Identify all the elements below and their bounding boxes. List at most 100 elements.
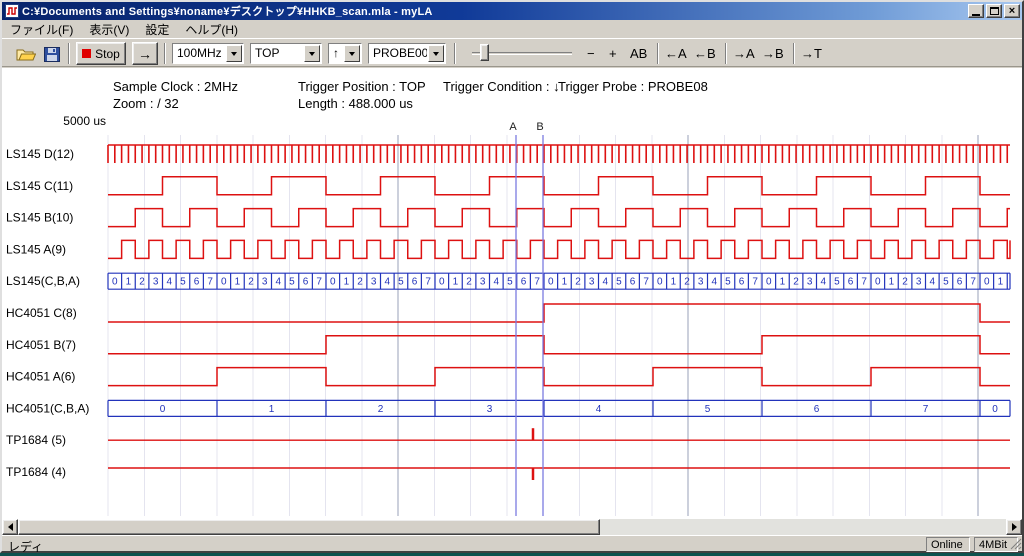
trigger-edge-select[interactable]: ↑: [328, 43, 362, 64]
trigger-edge-value: ↑: [329, 44, 343, 63]
horizontal-scrollbar[interactable]: [2, 519, 1022, 535]
bus-value: 4: [930, 277, 936, 288]
bus-value: 2: [466, 277, 472, 288]
minimize-button[interactable]: [968, 4, 984, 18]
channel-row: TP1684 (4): [6, 465, 1010, 480]
maximize-button[interactable]: [986, 4, 1002, 18]
dropdown-arrow-icon[interactable]: [304, 45, 320, 62]
menu-settings[interactable]: 設定: [137, 19, 177, 40]
channel-label: TP1684 (5): [6, 433, 66, 447]
bus-value: 4: [596, 404, 602, 415]
bus-value: 2: [575, 277, 581, 288]
menu-view[interactable]: 表示(V): [81, 19, 137, 40]
bus-value: 5: [834, 277, 840, 288]
waveform-trace: [108, 336, 1010, 354]
toolbar-separator: [68, 43, 70, 64]
sample-clock-select[interactable]: 100MHz: [172, 43, 244, 64]
zoom-out-button[interactable]: −: [587, 46, 595, 61]
close-button[interactable]: ×: [1004, 4, 1020, 18]
trigger-condition-info: Trigger Condition : ↓: [443, 79, 560, 94]
dropdown-arrow-icon[interactable]: [226, 45, 242, 62]
titlebar[interactable]: C:¥Documents and Settings¥noname¥デスクトップ¥…: [2, 2, 1022, 20]
menu-help[interactable]: ヘルプ(H): [177, 19, 246, 40]
bus-value: 0: [992, 404, 998, 415]
channel-label: LS145(C,B,A): [6, 274, 80, 288]
bus-value: 7: [207, 277, 213, 288]
channel-row: LS145 A(9): [6, 240, 1010, 258]
bus-value: 1: [453, 277, 459, 288]
bus-value: 2: [378, 404, 384, 415]
trigger-probe-select[interactable]: PROBE00: [368, 43, 446, 64]
bus-value: 6: [630, 277, 636, 288]
resize-grip[interactable]: [1009, 537, 1022, 550]
open-file-button[interactable]: [14, 43, 38, 65]
set-cursor-b-button[interactable]: →B: [762, 46, 784, 61]
bus-value: 0: [984, 277, 990, 288]
zoom-in-button[interactable]: +: [609, 46, 617, 61]
bus-value: 3: [262, 277, 268, 288]
waveform-trace: [108, 209, 1010, 227]
bus-value: 1: [344, 277, 350, 288]
channel-label: TP1684 (4): [6, 465, 66, 479]
floppy-disk-icon: [44, 47, 60, 62]
bus-value: 6: [412, 277, 418, 288]
waveform-plot[interactable]: LS145 D(12)LS145 C(11)LS145 B(10)LS145 A…: [2, 114, 1022, 519]
goto-cursor-a-button[interactable]: ←A: [665, 46, 687, 61]
menubar: ファイル(F) 表示(V) 設定 ヘルプ(H): [2, 20, 1022, 38]
dropdown-arrow-icon[interactable]: [428, 45, 444, 62]
bus-value: 2: [684, 277, 690, 288]
goto-trigger-button[interactable]: →T: [801, 46, 822, 61]
waveform-trace: [108, 368, 1010, 386]
ab-button[interactable]: AB: [630, 46, 647, 61]
channel-label: LS145 B(10): [6, 211, 73, 225]
stop-button[interactable]: Stop: [76, 42, 126, 65]
menu-file[interactable]: ファイル(F): [2, 19, 81, 40]
scrollbar-thumb[interactable]: [18, 519, 600, 535]
bus-value: 3: [480, 277, 486, 288]
zoom-info: Zoom : / 32: [113, 96, 179, 111]
bus-value: 7: [923, 404, 929, 415]
cursor-label-b: B: [536, 121, 543, 133]
bus-value: 4: [712, 277, 718, 288]
bus-value: 5: [507, 277, 513, 288]
scroll-left-button[interactable]: [2, 519, 18, 535]
minimize-icon: [972, 7, 980, 16]
save-button[interactable]: [40, 43, 64, 65]
bus-value: 7: [316, 277, 322, 288]
bus-value: 1: [126, 277, 132, 288]
bus-value: 4: [167, 277, 173, 288]
sample-clock-info: Sample Clock : 2MHz: [113, 79, 238, 94]
run-button[interactable]: →: [132, 42, 158, 65]
bus-value: 0: [766, 277, 772, 288]
statusbar: レディ Online 4MBit: [2, 535, 1022, 551]
bus-value: 5: [289, 277, 295, 288]
channel-label: HC4051(C,B,A): [6, 401, 89, 415]
zoom-slider-thumb[interactable]: [480, 44, 489, 61]
waveform-area: Sample Clock : 2MHz Trigger Position : T…: [2, 68, 1022, 519]
bus-value: 0: [875, 277, 881, 288]
bus-value: 0: [439, 277, 445, 288]
toolbar: Stop → 100MHz TOP ↑ PROBE00 − + AB ←A ←B…: [2, 38, 1022, 67]
dropdown-arrow-icon[interactable]: [344, 45, 360, 62]
bus-value: 5: [705, 404, 711, 415]
trigger-probe-value: PROBE00: [369, 44, 427, 63]
trigger-probe-info: Trigger Probe : PROBE08: [558, 79, 708, 94]
channel-row: HC4051 A(6): [6, 368, 1010, 386]
bus-value: 5: [725, 277, 731, 288]
trigger-position-info: Trigger Position : TOP: [298, 79, 426, 94]
bus-value: 7: [752, 277, 758, 288]
window-title: C:¥Documents and Settings¥noname¥デスクトップ¥…: [22, 3, 968, 19]
set-cursor-a-button[interactable]: →A: [733, 46, 755, 61]
bus-value: 0: [657, 277, 663, 288]
scroll-right-button[interactable]: [1006, 519, 1022, 535]
bus-value: 6: [521, 277, 527, 288]
bus-value: 3: [487, 404, 493, 415]
bus-value: 3: [698, 277, 704, 288]
bus-value: 2: [139, 277, 145, 288]
bus-value: 4: [603, 277, 609, 288]
goto-cursor-b-button[interactable]: ←B: [694, 46, 716, 61]
bus-value: 3: [371, 277, 377, 288]
trigger-position-select[interactable]: TOP: [250, 43, 322, 64]
bus-value: 7: [970, 277, 976, 288]
bus-value: 0: [548, 277, 554, 288]
